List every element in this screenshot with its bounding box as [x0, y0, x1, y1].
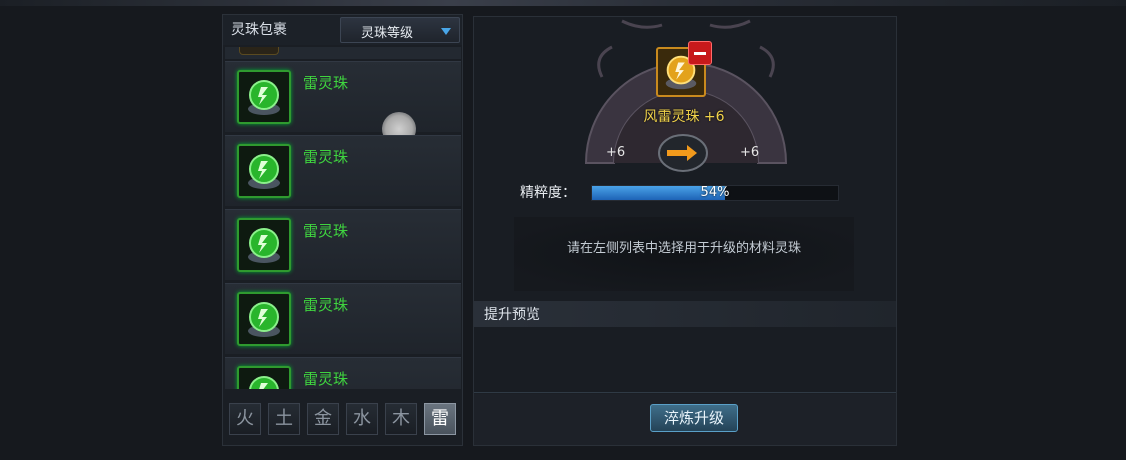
pearl-inventory-panel: 灵珠包裹 灵珠等级 雷灵珠 雷灵珠 雷灵珠 雷灵珠 雷灵珠 火 土 金 水 木 … [222, 14, 463, 446]
purity-percent: 54% [700, 185, 730, 200]
item-name: 雷灵珠 [303, 222, 349, 240]
inventory-title: 灵珠包裹 [231, 22, 287, 38]
preview-header: 提升预览 [474, 301, 896, 327]
tab-earth[interactable]: 土 [268, 403, 300, 435]
sort-dropdown[interactable]: 灵珠等级 [340, 17, 460, 43]
purity-label: 精粹度： [520, 185, 576, 201]
selected-item-name: 风雷灵珠 +6 [643, 109, 725, 125]
material-hint-box: 请在左侧列表中选择用于升级的材料灵珠 [514, 217, 854, 291]
thunder-pearl-icon [237, 366, 291, 389]
element-filter-bar: 火 土 金 水 木 雷 [225, 399, 461, 443]
sort-dropdown-label: 灵珠等级 [361, 26, 414, 41]
list-item[interactable]: 雷灵珠 [225, 209, 461, 280]
upgrade-main-area: 风雷灵珠 +6 +6 +6 精粹度： 54% 请在左侧列表中选择用于升级的材料灵… [474, 17, 896, 301]
tab-metal[interactable]: 金 [307, 403, 339, 435]
preview-title: 提升预览 [484, 307, 540, 323]
action-footer: 淬炼升级 [474, 394, 896, 445]
right-arrow-icon [658, 134, 708, 172]
item-name: 雷灵珠 [303, 148, 349, 166]
tab-water[interactable]: 水 [346, 403, 378, 435]
minus-icon [694, 52, 706, 55]
tab-thunder[interactable]: 雷 [424, 403, 456, 435]
inventory-header: 灵珠包裹 灵珠等级 [223, 15, 462, 45]
list-item[interactable]: 雷灵珠 [225, 357, 461, 389]
current-level: +6 [606, 145, 626, 160]
remove-button[interactable] [688, 41, 712, 65]
tab-wood[interactable]: 木 [385, 403, 417, 435]
list-item[interactable]: 雷灵珠 [225, 135, 461, 206]
tab-fire[interactable]: 火 [229, 403, 261, 435]
item-name: 雷灵珠 [303, 296, 349, 314]
thunder-pearl-icon [237, 70, 291, 124]
material-hint-text: 请在左侧列表中选择用于升级的材料灵珠 [566, 241, 801, 256]
top-border [0, 0, 1126, 6]
list-item[interactable]: 雷灵珠 [225, 283, 461, 354]
item-name: 雷灵珠 [303, 370, 349, 388]
refine-upgrade-button[interactable]: 淬炼升级 [650, 404, 738, 432]
thunder-pearl-icon [237, 218, 291, 272]
item-name: 雷灵珠 [303, 74, 349, 92]
purity-progress-bar: 54% [591, 185, 839, 201]
thunder-pearl-icon [237, 144, 291, 198]
list-item-partial-top [225, 47, 461, 59]
pearl-list[interactable]: 雷灵珠 雷灵珠 雷灵珠 雷灵珠 雷灵珠 [225, 47, 461, 389]
upgrade-panel: 风雷灵珠 +6 +6 +6 精粹度： 54% 请在左侧列表中选择用于升级的材料灵… [473, 16, 897, 446]
item-icon-partial [239, 47, 279, 55]
chevron-down-icon [441, 28, 451, 35]
thunder-pearl-icon [237, 292, 291, 346]
list-item[interactable]: 雷灵珠 [225, 61, 461, 146]
preview-content [474, 327, 896, 393]
next-level: +6 [740, 145, 760, 160]
